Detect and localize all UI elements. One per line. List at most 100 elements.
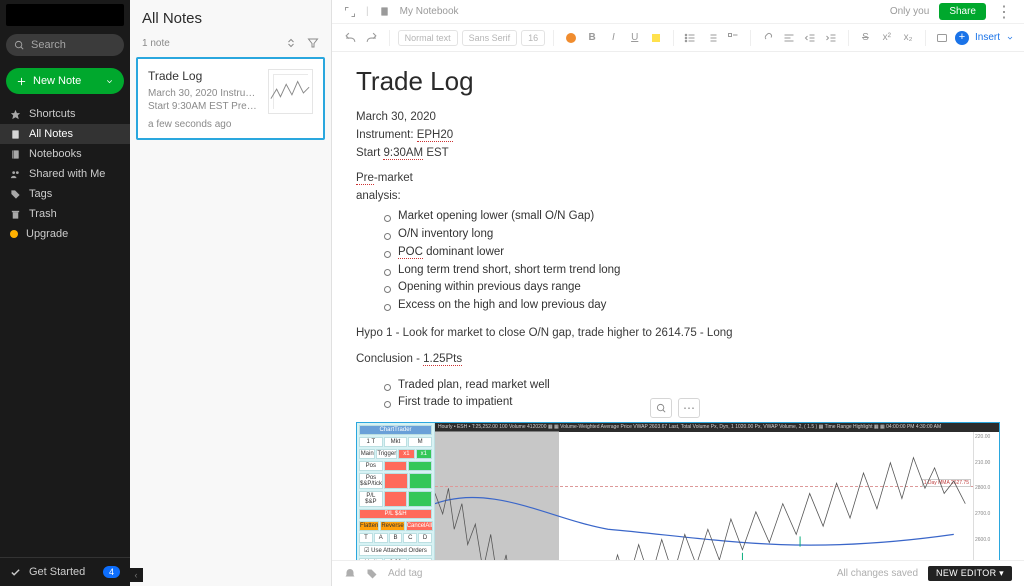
font-size-select[interactable]: 16 [521, 30, 545, 46]
list-item: Excess on the high and low previous day [384, 297, 1000, 315]
bulleted-list-icon[interactable] [682, 29, 699, 47]
editor-body[interactable]: Trade Log March 30, 2020 Instrument: EPH… [332, 52, 1024, 560]
insert-label: Insert [975, 32, 1000, 43]
get-started-badge: 4 [103, 566, 120, 578]
undo-icon[interactable] [342, 29, 359, 47]
sidebar-item-notebooks[interactable]: Notebooks [0, 144, 130, 164]
new-note-button[interactable]: New Note [6, 68, 124, 94]
visibility-label[interactable]: Only you [890, 6, 929, 17]
editor-bottom-bar: Add tag All changes saved NEW EDITOR ▾ [332, 560, 1024, 586]
check-icon [10, 567, 21, 578]
list-item: Opening within previous days range [384, 279, 1000, 297]
redo-icon[interactable] [363, 29, 380, 47]
chevron-down-icon [105, 77, 114, 86]
search-input[interactable]: Search [6, 34, 124, 56]
sidebar-item-upgrade[interactable]: Upgrade [0, 224, 130, 244]
code-block-icon[interactable] [934, 29, 951, 47]
share-button[interactable]: Share [939, 3, 986, 20]
note-card-preview: Start 9:30AM EST Pre-market analysi… [148, 100, 260, 113]
strikethrough-icon[interactable]: S [857, 29, 874, 47]
premarket-list: Market opening lower (small O/N Gap) O/N… [384, 208, 1000, 315]
tag-icon [10, 189, 21, 200]
list-item: Traded plan, read market well [384, 377, 1000, 395]
editor-top-bar: | My Notebook Only you Share ⋮ [332, 0, 1024, 24]
chart-plot: Hourly • ESH • T:25,252.00 100 Volume 41… [435, 423, 999, 560]
sidebar-item-label: Tags [29, 188, 52, 200]
search-icon [14, 40, 25, 51]
list-item: Long term trend short, short term trend … [384, 262, 1000, 280]
hypo-line: Hypo 1 - Look for market to close O/N ga… [356, 325, 1000, 343]
font-select[interactable]: Sans Serif [462, 30, 518, 46]
notelist-count: 1 note [142, 38, 170, 49]
note-icon [10, 129, 21, 140]
tag-icon[interactable] [366, 568, 378, 580]
conclusion-value: 1.25Pts [423, 353, 462, 366]
reminder-icon[interactable] [344, 568, 356, 580]
sidebar-item-shortcuts[interactable]: Shortcuts [0, 104, 130, 124]
indent-icon[interactable] [823, 29, 840, 47]
chart-attachment[interactable]: ChartTrader 1 TMktM MainTriggerx1x1 Pos … [356, 422, 1000, 560]
list-item: Market opening lower (small O/N Gap) [384, 208, 1000, 226]
notebook-icon[interactable] [379, 6, 390, 17]
zoom-attachment-icon[interactable] [650, 398, 672, 418]
sidebar-item-label: Shortcuts [29, 108, 75, 120]
highlight-icon[interactable] [647, 29, 664, 47]
list-item: POC dominant lower [384, 244, 1000, 262]
account-block[interactable] [6, 4, 124, 26]
subscript-icon[interactable]: x₂ [899, 29, 916, 47]
get-started-button[interactable]: Get Started 4 [0, 557, 130, 586]
sidebar-item-label: Upgrade [26, 228, 68, 240]
superscript-icon[interactable]: x² [878, 29, 895, 47]
sidebar-item-label: Shared with Me [29, 168, 105, 180]
note-card-preview: March 30, 2020 Instrument: EPH20 [148, 87, 260, 100]
bold-icon[interactable]: B [583, 29, 600, 47]
filter-icon[interactable] [307, 37, 319, 49]
note-card[interactable]: Trade Log March 30, 2020 Instrument: EPH… [136, 57, 325, 140]
sidebar-item-shared[interactable]: Shared with Me [0, 164, 130, 184]
more-menu-icon[interactable]: ⋮ [996, 2, 1012, 22]
numbered-list-icon[interactable] [703, 29, 720, 47]
sidebar-item-trash[interactable]: Trash [0, 204, 130, 224]
checklist-icon[interactable] [724, 29, 741, 47]
add-tag-input[interactable]: Add tag [388, 568, 422, 579]
underline-icon[interactable]: U [626, 29, 643, 47]
link-icon[interactable] [759, 29, 776, 47]
sidebar-item-label: All Notes [29, 128, 73, 140]
collapse-notelist-button[interactable]: ‹ [129, 568, 143, 582]
get-started-label: Get Started [29, 566, 85, 578]
new-note-label: New Note [33, 75, 81, 87]
chevron-down-icon [1006, 34, 1014, 42]
align-icon[interactable] [780, 29, 797, 47]
notelist-title: All Notes [142, 10, 319, 27]
attachment-more-icon[interactable]: ⋯ [678, 398, 700, 418]
text-color-icon[interactable] [562, 29, 579, 47]
plus-circle-icon: + [955, 31, 969, 45]
new-editor-button[interactable]: NEW EDITOR ▾ [928, 566, 1012, 581]
left-sidebar: Search New Note Shortcuts All Notes Note… [0, 0, 130, 586]
note-title[interactable]: Trade Log [356, 66, 1000, 97]
plus-icon [16, 76, 27, 87]
sidebar-item-all-notes[interactable]: All Notes [0, 124, 130, 144]
editor-panel: | My Notebook Only you Share ⋮ Normal te… [332, 0, 1024, 586]
sidebar-item-tags[interactable]: Tags [0, 184, 130, 204]
notebook-icon [10, 149, 21, 160]
outdent-icon[interactable] [801, 29, 818, 47]
insert-button[interactable]: + Insert [955, 31, 1014, 45]
italic-icon[interactable]: I [605, 29, 622, 47]
expand-icon[interactable] [344, 6, 356, 18]
sidebar-item-label: Notebooks [29, 148, 82, 160]
note-date: March 30, 2020 [356, 109, 1000, 127]
note-card-thumbnail [268, 69, 313, 114]
trash-icon [10, 209, 21, 220]
sidebar-nav: Shortcuts All Notes Notebooks Shared wit… [0, 104, 130, 244]
sort-icon[interactable] [285, 37, 297, 49]
list-item: O/N inventory long [384, 226, 1000, 244]
instrument-value: EPH20 [417, 129, 453, 142]
notebook-name[interactable]: My Notebook [400, 6, 459, 17]
note-card-time: a few seconds ago [148, 119, 260, 130]
note-card-title: Trade Log [148, 69, 260, 83]
upgrade-icon [10, 230, 18, 238]
people-icon [10, 169, 21, 180]
note-list-panel: All Notes 1 note Trade Log March 30, 202… [130, 0, 332, 586]
paragraph-style-select[interactable]: Normal text [398, 30, 458, 46]
